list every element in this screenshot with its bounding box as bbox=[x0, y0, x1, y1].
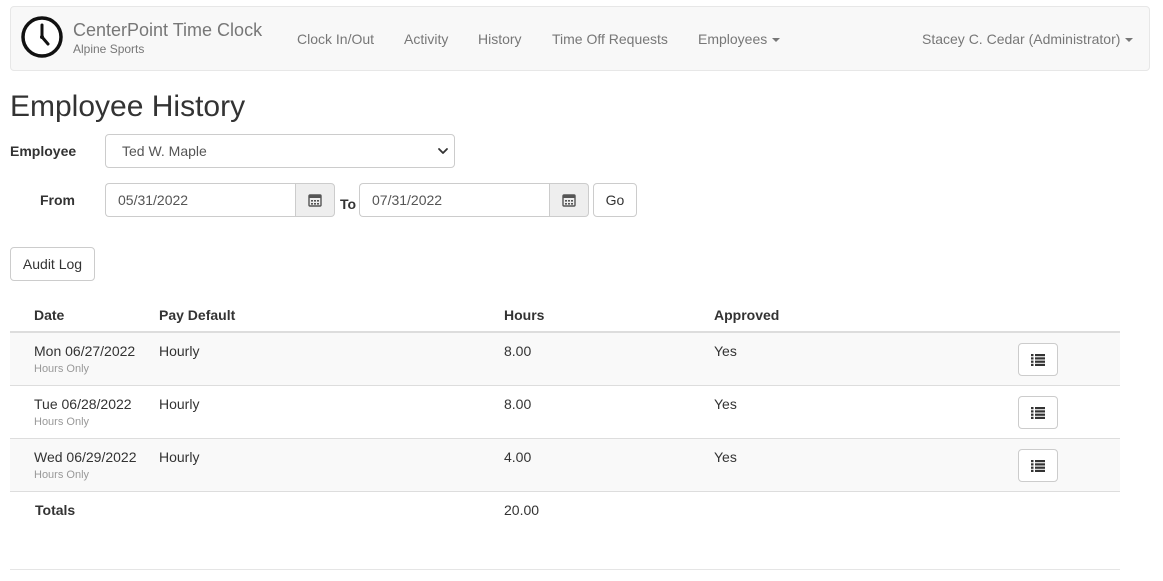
employee-label: Employee bbox=[10, 143, 77, 159]
audit-log-button[interactable]: Audit Log bbox=[10, 247, 95, 281]
cell-hours: 4.00 bbox=[504, 449, 532, 465]
cell-hours: 8.00 bbox=[504, 343, 532, 359]
to-calendar-button[interactable] bbox=[549, 183, 589, 217]
header-hours: Hours bbox=[504, 307, 545, 323]
caret-down-icon bbox=[1125, 38, 1134, 43]
table-header: Date Pay Default Hours Approved bbox=[10, 297, 1120, 333]
totals-hours: 20.00 bbox=[504, 502, 540, 518]
row-details-button[interactable] bbox=[1018, 449, 1058, 482]
brand[interactable]: CenterPoint Time Clock Alpine Sports bbox=[21, 16, 262, 58]
cell-date: Wed 06/29/2022 bbox=[34, 449, 137, 465]
table-row: Wed 06/29/2022 Hours Only Hourly 4.00 Ye… bbox=[10, 439, 1120, 492]
brand-text: CenterPoint Time Clock Alpine Sports bbox=[73, 19, 262, 57]
totals-label: Totals bbox=[35, 502, 76, 518]
header-approved: Approved bbox=[714, 307, 780, 323]
header-pay-default: Pay Default bbox=[159, 307, 236, 323]
go-button[interactable]: Go bbox=[593, 183, 637, 217]
cell-entry-type: Hours Only bbox=[34, 469, 90, 481]
list-icon bbox=[1031, 459, 1045, 472]
employee-select[interactable]: Ted W. Maple bbox=[105, 134, 455, 168]
nav-time-off-requests[interactable]: Time Off Requests bbox=[552, 31, 668, 48]
table-row: Mon 06/27/2022 Hours Only Hourly 8.00 Ye… bbox=[10, 333, 1120, 386]
user-menu-dropdown[interactable]: Stacey C. Cedar (Administrator) bbox=[922, 31, 1134, 48]
to-date-input[interactable]: 07/31/2022 bbox=[359, 183, 549, 217]
to-date-group: 07/31/2022 bbox=[359, 183, 589, 217]
cell-approved: Yes bbox=[714, 449, 737, 465]
page-title: Employee History bbox=[10, 90, 246, 123]
cell-entry-type: Hours Only bbox=[34, 363, 90, 375]
row-details-button[interactable] bbox=[1018, 343, 1058, 376]
from-date-group: 05/31/2022 bbox=[105, 183, 335, 217]
from-label: From bbox=[40, 192, 75, 208]
nav-clock-in-out[interactable]: Clock In/Out bbox=[297, 31, 374, 48]
row-details-button[interactable] bbox=[1018, 396, 1058, 429]
employee-selected-value: Ted W. Maple bbox=[122, 143, 207, 159]
list-icon bbox=[1031, 353, 1045, 366]
table-row: Tue 06/28/2022 Hours Only Hourly 8.00 Ye… bbox=[10, 386, 1120, 439]
cell-approved: Yes bbox=[714, 396, 737, 412]
cell-pay-default: Hourly bbox=[159, 343, 200, 359]
caret-down-icon bbox=[772, 38, 781, 43]
clock-icon bbox=[21, 16, 63, 58]
header-date: Date bbox=[34, 307, 65, 323]
brand-subtitle: Alpine Sports bbox=[73, 42, 145, 56]
history-table: Date Pay Default Hours Approved Mon 06/2… bbox=[10, 297, 1120, 530]
nav-history[interactable]: History bbox=[478, 31, 522, 48]
table-totals-row: Totals 20.00 bbox=[10, 492, 1120, 530]
calendar-icon bbox=[562, 194, 576, 207]
nav-employees-dropdown[interactable]: Employees bbox=[698, 31, 781, 48]
cell-date: Tue 06/28/2022 bbox=[34, 396, 132, 412]
cell-entry-type: Hours Only bbox=[34, 416, 90, 428]
calendar-icon bbox=[308, 194, 322, 207]
nav-employees-label: Employees bbox=[698, 31, 768, 47]
nav-activity[interactable]: Activity bbox=[404, 31, 448, 48]
cell-pay-default: Hourly bbox=[159, 449, 200, 465]
footer-divider bbox=[10, 569, 1120, 570]
top-navbar: CenterPoint Time Clock Alpine Sports Clo… bbox=[10, 6, 1150, 71]
brand-title: CenterPoint Time Clock bbox=[73, 20, 263, 40]
cell-pay-default: Hourly bbox=[159, 396, 200, 412]
from-calendar-button[interactable] bbox=[295, 183, 335, 217]
cell-approved: Yes bbox=[714, 343, 737, 359]
list-icon bbox=[1031, 406, 1045, 419]
cell-hours: 8.00 bbox=[504, 396, 532, 412]
chevron-down-icon bbox=[438, 148, 448, 154]
cell-date: Mon 06/27/2022 bbox=[34, 343, 136, 359]
from-date-input[interactable]: 05/31/2022 bbox=[105, 183, 295, 217]
user-name: Stacey C. Cedar (Administrator) bbox=[922, 31, 1121, 47]
to-label: To bbox=[340, 196, 357, 212]
